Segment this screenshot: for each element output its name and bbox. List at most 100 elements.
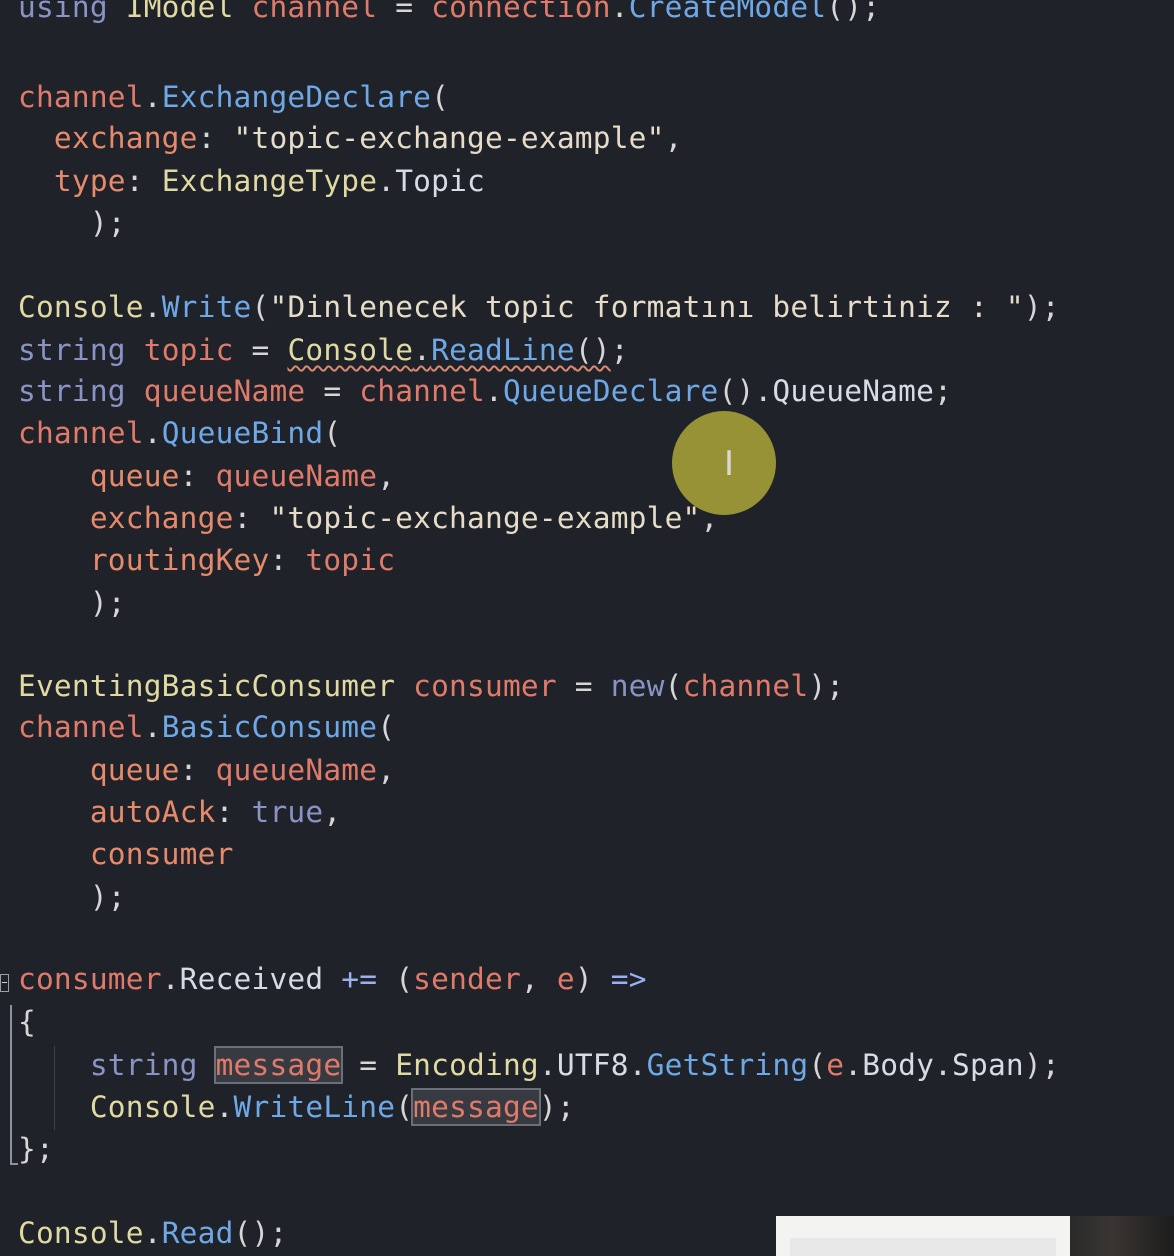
code-line[interactable]: string queueName = channel.QueueDeclare(… <box>18 370 952 412</box>
code-line[interactable]: Console.Write("Dinlenecek topic formatın… <box>18 286 1060 328</box>
code-token: e <box>556 962 575 996</box>
code-line[interactable]: Console.WriteLine(message); <box>18 1086 575 1128</box>
code-line[interactable]: { <box>18 1001 36 1043</box>
code-token: . <box>844 1048 863 1082</box>
code-token: queue <box>89 459 180 493</box>
code-token: UTF8 <box>556 1048 629 1082</box>
code-token: . <box>628 1048 647 1082</box>
code-token: }; <box>18 1132 54 1166</box>
code-token: , <box>377 753 396 787</box>
code-token: channel <box>18 416 144 450</box>
code-token: Topic <box>395 164 485 198</box>
code-token: connection <box>431 0 611 24</box>
code-token: : <box>179 753 216 787</box>
code-token: Console <box>18 290 144 324</box>
code-token: consumer <box>413 669 557 703</box>
code-token: ); <box>1023 1048 1060 1082</box>
code-token: = <box>377 0 432 24</box>
code-token: . <box>143 710 162 744</box>
code-line[interactable]: EventingBasicConsumer consumer = new(cha… <box>18 665 844 707</box>
code-token: channel <box>251 0 378 24</box>
code-line[interactable]: type: ExchangeType.Topic <box>18 160 485 202</box>
code-token: string <box>89 1048 216 1082</box>
code-line[interactable]: channel.BasicConsume( <box>18 706 395 748</box>
code-token: Console <box>18 1216 144 1250</box>
code-token: message <box>213 1046 344 1084</box>
code-line[interactable]: ); <box>18 582 126 624</box>
code-token: ExchangeDeclare <box>161 80 432 114</box>
code-token: IModel <box>125 0 252 24</box>
code-line[interactable]: consumer.Received += (sender, e) => <box>18 958 647 1000</box>
code-token: ; <box>610 333 629 367</box>
code-token: consumer <box>89 837 234 871</box>
code-line[interactable]: queue: queueName, <box>18 749 395 791</box>
code-token: ( <box>431 80 450 114</box>
code-token: ( <box>377 710 396 744</box>
code-line[interactable]: Console.Read(); <box>18 1212 287 1254</box>
code-line[interactable]: ); <box>18 202 126 244</box>
code-token: { <box>18 1005 36 1039</box>
code-line[interactable]: routingKey: topic <box>18 539 395 581</box>
code-line[interactable]: autoAck: true, <box>18 791 341 833</box>
code-token: channel <box>359 374 486 408</box>
code-token: QueueBind <box>161 416 324 450</box>
code-token: string <box>18 333 144 367</box>
code-token: . <box>538 1048 557 1082</box>
code-token: . <box>485 374 503 408</box>
code-token: ); <box>1023 290 1060 324</box>
code-token: . <box>934 1048 953 1082</box>
code-token: queueName <box>143 374 306 408</box>
code-token: Received <box>179 962 324 996</box>
code-token: : <box>125 164 162 198</box>
code-token: Read <box>161 1216 234 1250</box>
code-token: exchange <box>53 121 198 155</box>
code-token: Console <box>89 1090 216 1124</box>
code-line[interactable]: consumer <box>18 833 234 875</box>
code-token: . <box>143 290 162 324</box>
code-token: ); <box>18 206 126 240</box>
code-token: , <box>377 459 396 493</box>
code-token: ); <box>538 1090 575 1124</box>
code-token: message <box>411 1088 541 1126</box>
code-line[interactable]: channel.QueueBind( <box>18 412 341 454</box>
fold-rail-end <box>10 1163 18 1165</box>
code-line[interactable]: queue: queueName, <box>18 455 395 497</box>
code-token: exchange <box>89 501 234 535</box>
code-token: ); <box>18 880 126 914</box>
code-token: ( <box>323 416 342 450</box>
code-token: ; <box>934 374 953 408</box>
code-token: sender <box>413 962 521 996</box>
fold-rail <box>10 1005 12 1165</box>
code-token: = <box>341 1048 396 1082</box>
code-token: ( <box>395 1090 414 1124</box>
code-line[interactable]: exchange: "topic-exchange-example", <box>18 117 683 159</box>
indent-guide <box>54 1046 55 1130</box>
code-token: Encoding <box>395 1048 539 1082</box>
code-line[interactable]: }; <box>18 1128 54 1170</box>
code-token: Body <box>862 1048 935 1082</box>
code-token: : <box>197 121 234 155</box>
fold-toggle-icon[interactable] <box>0 972 10 998</box>
code-line[interactable]: string message = Encoding.UTF8.GetString… <box>18 1044 1060 1086</box>
code-token: type <box>53 164 126 198</box>
code-token: channel <box>18 710 144 744</box>
code-token: ( <box>664 669 683 703</box>
code-token: , <box>520 962 557 996</box>
code-token: queueName <box>215 753 378 787</box>
code-line[interactable]: using IModel channel = connection.Create… <box>18 0 880 28</box>
code-token: . <box>143 416 162 450</box>
code-token: CreateModel <box>628 0 827 24</box>
code-editor[interactable]: using IModel channel = connection. Create… <box>0 0 1174 1256</box>
code-line[interactable]: exchange: "topic-exchange-example", <box>18 497 718 539</box>
code-token: GetString <box>646 1048 809 1082</box>
code-line[interactable]: channel.ExchangeDeclare( <box>18 76 449 118</box>
code-token: new <box>610 669 665 703</box>
code-token: using <box>18 0 126 24</box>
code-line[interactable]: ); <box>18 876 126 918</box>
code-line[interactable]: string topic = Console.ReadLine(); <box>18 329 629 371</box>
code-token: : <box>215 795 252 829</box>
